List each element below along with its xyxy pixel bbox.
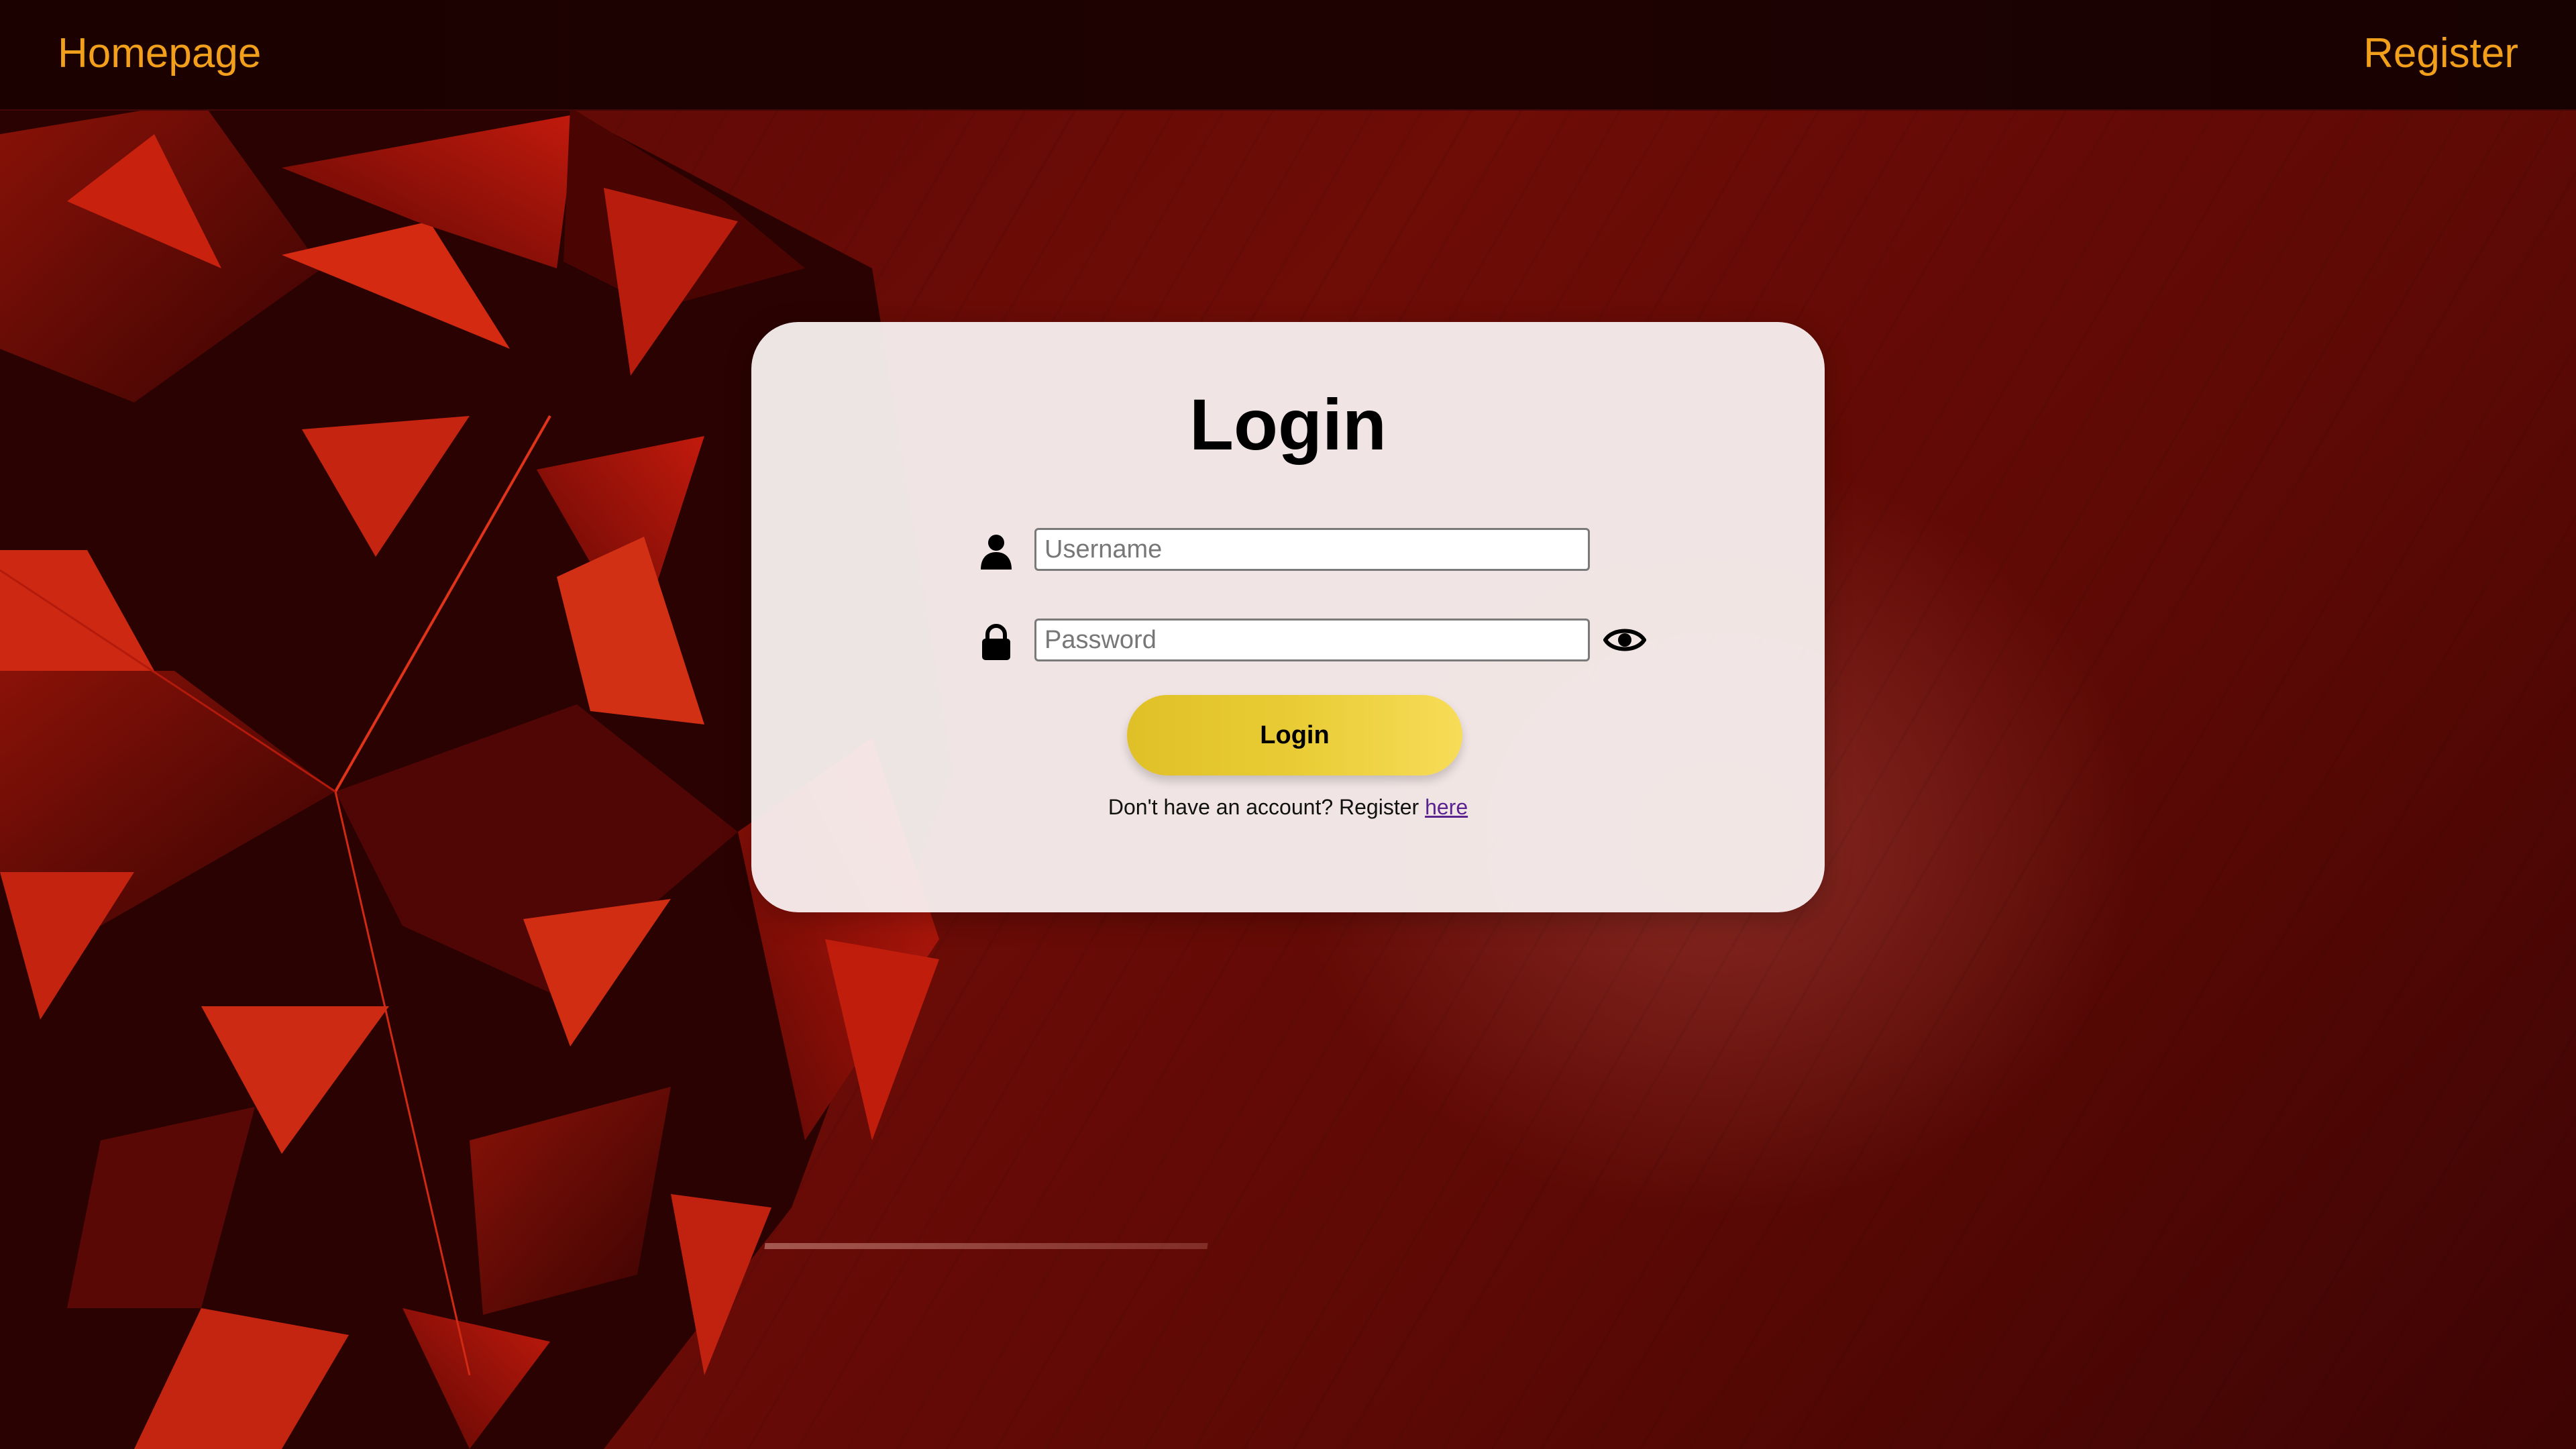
- username-row: [979, 527, 1650, 574]
- register-hint: Don't have an account? Register here: [751, 795, 1825, 820]
- decorative-ledge: [764, 1243, 1208, 1249]
- password-input[interactable]: [1034, 619, 1590, 661]
- login-title: Login: [1189, 384, 1387, 465]
- nav-register-link[interactable]: Register: [2363, 28, 2518, 79]
- page-background: Homepage Register Login Login Don't: [0, 0, 2576, 1449]
- register-here-link[interactable]: here: [1425, 795, 1468, 819]
- eye-icon[interactable]: [1603, 621, 1646, 659]
- username-input[interactable]: [1034, 528, 1590, 571]
- password-row: [979, 617, 1650, 664]
- user-icon: [981, 535, 1012, 570]
- login-button[interactable]: Login: [1127, 695, 1462, 775]
- top-navbar: Homepage Register: [0, 0, 2576, 111]
- register-prompt-text: Don't have an account? Register: [1108, 795, 1419, 819]
- login-card: Login Login Don't have an account? Regis…: [751, 322, 1825, 912]
- nav-homepage-link[interactable]: Homepage: [58, 28, 261, 79]
- lock-icon: [982, 624, 1010, 660]
